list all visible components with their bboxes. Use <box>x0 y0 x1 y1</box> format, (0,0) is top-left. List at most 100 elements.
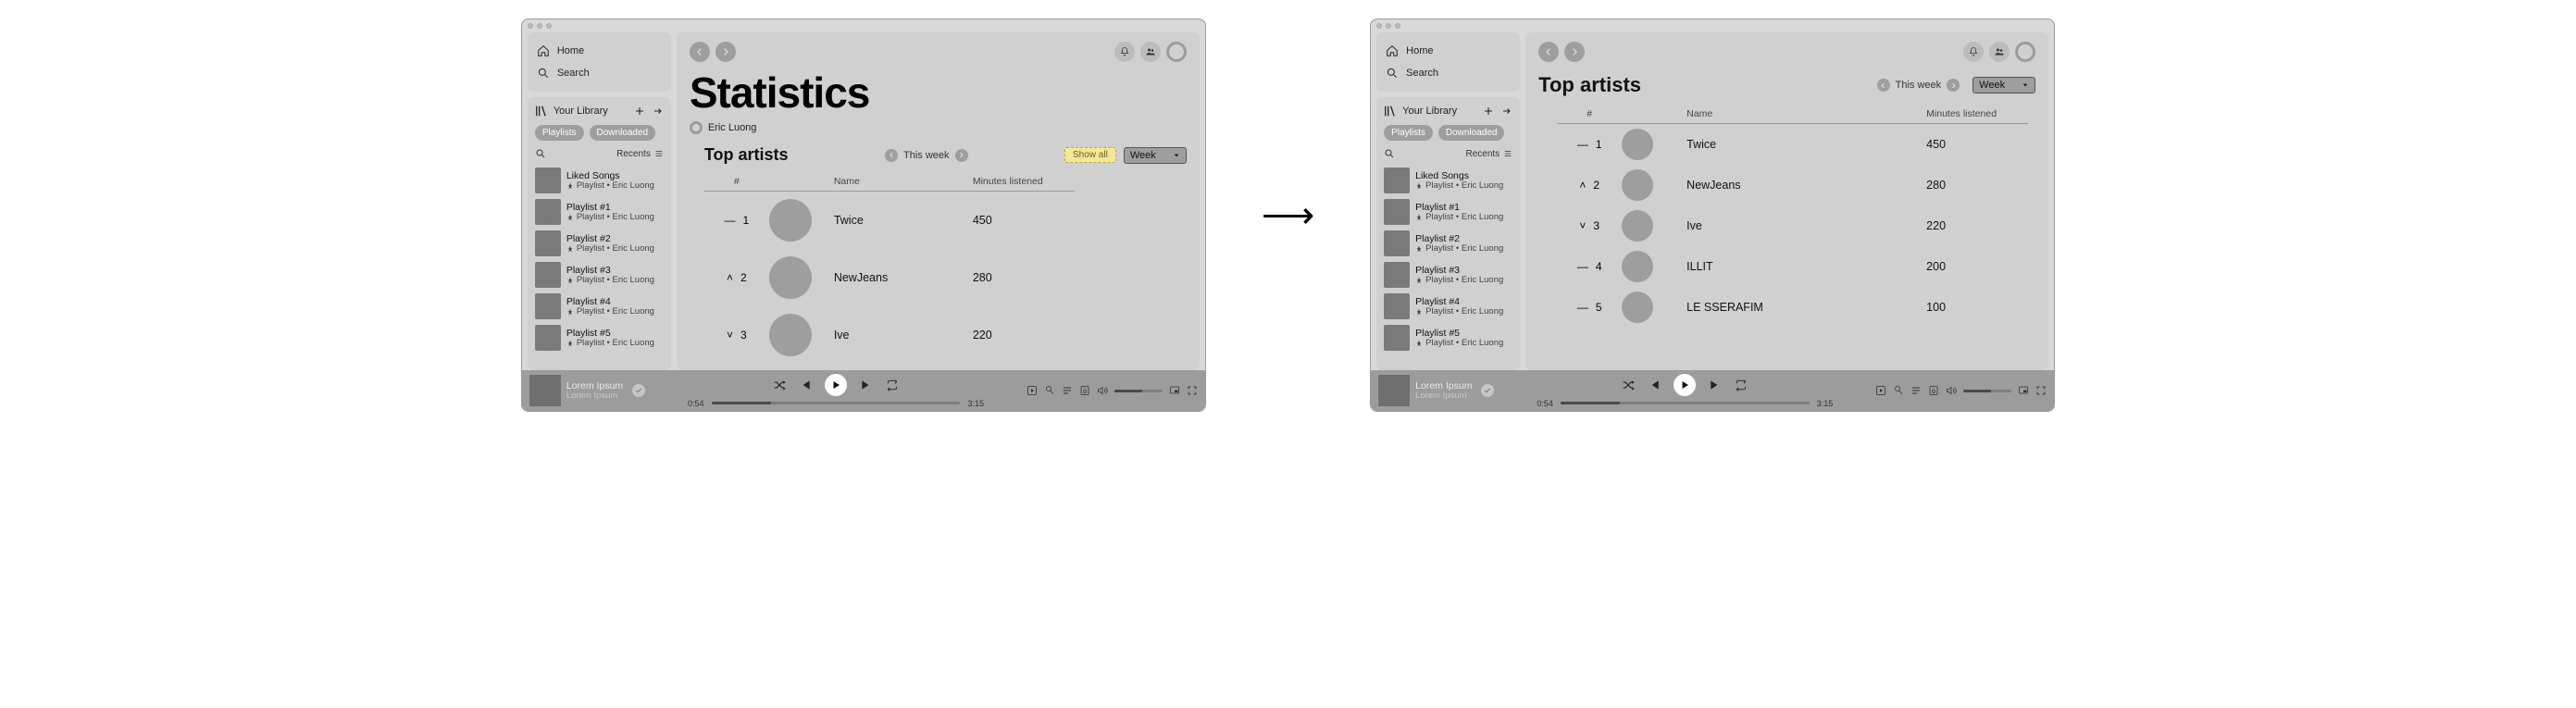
now-playing-title[interactable]: Lorem Ipsum <box>1415 380 1472 391</box>
lyrics-button[interactable] <box>1893 385 1904 396</box>
library-sort-button[interactable]: Recents <box>1465 149 1512 159</box>
volume-slider[interactable] <box>1114 390 1163 392</box>
notifications-button[interactable] <box>1114 42 1135 62</box>
table-row[interactable]: —1Twice450 <box>1557 124 2028 165</box>
list-item[interactable]: Playlist #3Playlist • Eric Luong <box>533 259 666 291</box>
library-add-button[interactable] <box>634 106 645 117</box>
library-expand-button[interactable] <box>1501 106 1512 117</box>
lyrics-button[interactable] <box>1044 385 1055 396</box>
traffic-light-min[interactable] <box>1386 23 1391 29</box>
prev-track-button[interactable] <box>799 379 812 391</box>
now-playing-title[interactable]: Lorem Ipsum <box>566 380 623 391</box>
history-forward-button[interactable] <box>1564 42 1585 62</box>
miniplayer-button[interactable] <box>2018 385 2029 396</box>
list-item[interactable]: Playlist #1Playlist • Eric Luong <box>533 196 666 228</box>
friends-button[interactable] <box>1140 42 1161 62</box>
list-item[interactable]: Playlist #1Playlist • Eric Luong <box>1382 196 1514 228</box>
progress-bar[interactable]: 0:543:15 <box>1537 399 1833 408</box>
queue-button[interactable] <box>1062 385 1073 396</box>
repeat-button[interactable] <box>1735 379 1748 391</box>
library-header[interactable]: Your Library <box>1384 105 1457 118</box>
profile-button[interactable] <box>2015 42 2035 62</box>
devices-button[interactable] <box>1928 385 1939 396</box>
library-header[interactable]: Your Library <box>535 105 608 118</box>
add-to-liked-button[interactable] <box>632 384 645 397</box>
period-dropdown[interactable]: Week <box>1124 147 1187 164</box>
page-author[interactable]: Eric Luong <box>690 121 1187 134</box>
table-row[interactable]: ˅3Ive220 <box>1557 205 2028 246</box>
volume-slider[interactable] <box>1963 390 2011 392</box>
list-item[interactable]: Playlist #2Playlist • Eric Luong <box>1382 228 1514 259</box>
miniplayer-button[interactable] <box>1169 385 1180 396</box>
profile-button[interactable] <box>1166 42 1187 62</box>
nav-home[interactable]: Home <box>1384 40 1512 62</box>
friends-button[interactable] <box>1989 42 2010 62</box>
now-playing-thumb[interactable] <box>529 375 561 406</box>
library-search-button[interactable] <box>535 148 546 159</box>
shuffle-button[interactable] <box>1622 379 1635 391</box>
list-item[interactable]: Playlist #3Playlist • Eric Luong <box>1382 259 1514 291</box>
now-playing-artist[interactable]: Lorem Ipsum <box>566 391 623 402</box>
nav-search[interactable]: Search <box>535 62 664 84</box>
traffic-light-max[interactable] <box>1395 23 1400 29</box>
chip-downloaded[interactable]: Downloaded <box>1438 125 1505 141</box>
period-dropdown[interactable]: Week <box>1972 77 2035 93</box>
week-next-button[interactable] <box>955 149 968 162</box>
now-playing-view-button[interactable] <box>1875 385 1886 396</box>
table-row[interactable]: —1Twice450 <box>704 192 1075 249</box>
play-button[interactable] <box>825 374 847 396</box>
list-item[interactable]: Playlist #5Playlist • Eric Luong <box>533 322 666 354</box>
queue-button[interactable] <box>1910 385 1922 396</box>
library-expand-button[interactable] <box>653 106 664 117</box>
chip-playlists[interactable]: Playlists <box>535 125 584 141</box>
week-prev-button[interactable] <box>1877 79 1890 92</box>
fullscreen-button[interactable] <box>2035 385 2047 396</box>
prev-track-button[interactable] <box>1648 379 1661 391</box>
show-all-button[interactable]: Show all <box>1064 147 1116 163</box>
now-playing-view-button[interactable] <box>1027 385 1038 396</box>
now-playing-artist[interactable]: Lorem Ipsum <box>1415 391 1472 402</box>
list-item[interactable]: Playlist #5Playlist • Eric Luong <box>1382 322 1514 354</box>
nav-search[interactable]: Search <box>1384 62 1512 84</box>
next-track-button[interactable] <box>860 379 873 391</box>
history-forward-button[interactable] <box>716 42 736 62</box>
play-button[interactable] <box>1674 374 1696 396</box>
volume-button[interactable] <box>1946 385 1957 396</box>
library-search-button[interactable] <box>1384 148 1395 159</box>
progress-bar[interactable]: 0:54 3:15 <box>688 399 984 408</box>
history-back-button[interactable] <box>690 42 710 62</box>
add-to-liked-button[interactable] <box>1481 384 1494 397</box>
chip-downloaded[interactable]: Downloaded <box>590 125 656 141</box>
table-row[interactable]: —5LE SSERAFIM100 <box>1557 287 2028 328</box>
nav-home[interactable]: Home <box>535 40 664 62</box>
fullscreen-button[interactable] <box>1187 385 1198 396</box>
chip-playlists[interactable]: Playlists <box>1384 125 1433 141</box>
devices-button[interactable] <box>1079 385 1090 396</box>
progress-track[interactable] <box>1561 402 1810 404</box>
library-add-button[interactable] <box>1483 106 1494 117</box>
progress-track[interactable] <box>712 402 961 404</box>
list-item[interactable]: Playlist #4Playlist • Eric Luong <box>533 291 666 322</box>
table-row[interactable]: ˄2NewJeans280 <box>704 249 1075 306</box>
history-back-button[interactable] <box>1538 42 1559 62</box>
traffic-light-min[interactable] <box>537 23 542 29</box>
now-playing-thumb[interactable] <box>1378 375 1410 406</box>
volume-button[interactable] <box>1097 385 1108 396</box>
traffic-light-close[interactable] <box>1376 23 1382 29</box>
repeat-button[interactable] <box>886 379 899 391</box>
notifications-button[interactable] <box>1963 42 1984 62</box>
list-item[interactable]: Playlist #2Playlist • Eric Luong <box>533 228 666 259</box>
traffic-light-close[interactable] <box>528 23 533 29</box>
traffic-light-max[interactable] <box>546 23 552 29</box>
next-track-button[interactable] <box>1709 379 1722 391</box>
list-item[interactable]: Playlist #4Playlist • Eric Luong <box>1382 291 1514 322</box>
table-row[interactable]: —4ILLIT200 <box>1557 246 2028 287</box>
week-next-button[interactable] <box>1947 79 1960 92</box>
list-item[interactable]: Liked SongsPlaylist • Eric Luong <box>533 165 666 196</box>
shuffle-button[interactable] <box>773 379 786 391</box>
table-row[interactable]: ˅3Ive220 <box>704 306 1075 364</box>
week-prev-button[interactable] <box>885 149 898 162</box>
list-item[interactable]: Liked SongsPlaylist • Eric Luong <box>1382 165 1514 196</box>
library-sort-button[interactable]: Recents <box>616 149 664 159</box>
table-row[interactable]: ˄2NewJeans280 <box>1557 165 2028 205</box>
